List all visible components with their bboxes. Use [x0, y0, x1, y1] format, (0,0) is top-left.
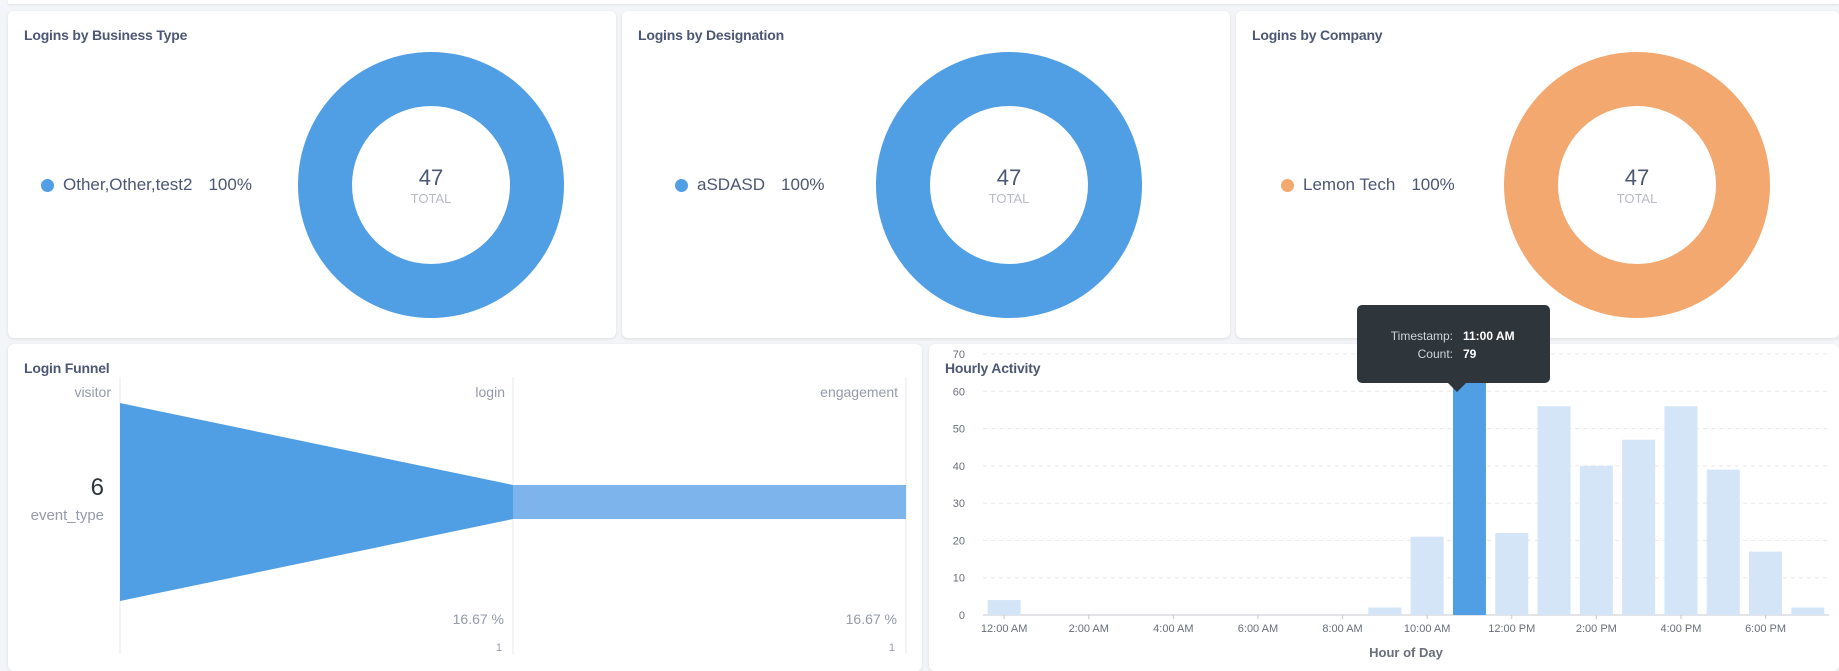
- card-company: Logins by Company Lemon Tech 100% 47 TOT…: [1236, 11, 1839, 338]
- funnel-row-value: 6: [91, 474, 104, 501]
- legend-dot: [1281, 178, 1294, 192]
- y-tick-label: 60: [953, 386, 965, 398]
- card-title[interactable]: Logins by Designation: [638, 27, 784, 43]
- legend-percent: 100%: [1411, 175, 1455, 194]
- top-strip: [8, 0, 1839, 4]
- donut-chart[interactable]: 47 TOTAL: [875, 51, 1143, 319]
- funnel-row-label: event_type: [31, 507, 104, 524]
- tooltip-value: 11:00 AM: [1463, 329, 1515, 343]
- legend-dot: [41, 178, 54, 192]
- x-tick-label: 8:00 AM: [1322, 623, 1362, 635]
- y-tick-label: 0: [959, 610, 965, 622]
- funnel-percent: 16.67 %: [846, 611, 897, 627]
- x-axis-label: Hour of Day: [1369, 645, 1443, 660]
- donut-total-label: TOTAL: [1617, 191, 1658, 206]
- funnel-step-label: engagement: [820, 384, 898, 400]
- x-tick-label: 10:00 AM: [1404, 623, 1450, 635]
- donut-total: 47: [419, 165, 443, 190]
- x-tick-label: 4:00 AM: [1153, 623, 1193, 635]
- legend-label: aSDASD: [697, 175, 766, 194]
- funnel-segment[interactable]: [120, 403, 513, 601]
- legend-item[interactable]: Other,Other,test2 100%: [41, 175, 252, 195]
- chart-tooltip: Timestamp: 11:00 AM Count: 79: [1357, 305, 1550, 392]
- legend-item[interactable]: Lemon Tech 100%: [1281, 175, 1455, 195]
- y-tick-label: 30: [953, 498, 965, 510]
- hourly-bar[interactable]: [1664, 406, 1698, 615]
- legend-item[interactable]: aSDASD 100%: [675, 175, 825, 195]
- hourly-bar[interactable]: [1622, 439, 1656, 615]
- y-tick-label: 40: [953, 461, 965, 473]
- x-tick-label: 12:00 PM: [1488, 623, 1535, 635]
- card-hourly-activity: Hourly Activity 0 10 20 30 40 50 60 70 12:00 AM 2…: [929, 344, 1839, 671]
- legend-label: Other,Other,test2: [63, 175, 193, 194]
- y-tick-label: 20: [953, 535, 965, 547]
- x-tick-label: 6:00 AM: [1238, 623, 1278, 635]
- y-tick-label: 50: [953, 424, 965, 436]
- funnel-percent: 16.67 %: [453, 611, 504, 627]
- hourly-bar[interactable]: [1410, 536, 1444, 615]
- x-tick-label: 12:00 AM: [981, 623, 1027, 635]
- x-tick-label: 4:00 PM: [1660, 623, 1701, 635]
- hourly-bar[interactable]: [1706, 469, 1740, 615]
- y-tick-label: 70: [953, 349, 965, 361]
- donut-total: 47: [1625, 165, 1649, 190]
- funnel-step-label: visitor: [74, 384, 111, 400]
- tooltip-row: Timestamp: 11:00 AM: [1357, 329, 1550, 343]
- hourly-bar[interactable]: [1791, 607, 1825, 615]
- tooltip-row: Count: 79: [1357, 347, 1550, 361]
- tooltip-key: Timestamp:: [1390, 329, 1453, 343]
- hourly-bar[interactable]: [987, 600, 1021, 615]
- funnel-count: 1: [496, 642, 502, 654]
- x-tick-label: 2:00 AM: [1069, 623, 1109, 635]
- hourly-bar[interactable]: [1368, 607, 1402, 615]
- donut-chart[interactable]: 47 TOTAL: [1503, 51, 1771, 319]
- funnel-step-label: login: [475, 384, 505, 400]
- card-title[interactable]: Logins by Company: [1252, 27, 1383, 43]
- hourly-bar[interactable]: [1579, 465, 1613, 615]
- card-business-type: Logins by Business Type Other,Other,test…: [8, 11, 616, 338]
- tooltip-key: Count:: [1417, 347, 1453, 361]
- donut-chart[interactable]: 47 TOTAL: [297, 51, 565, 319]
- card-designation: Logins by Designation aSDASD 100% 47 TOT…: [622, 11, 1230, 338]
- hourly-bar-chart: 0 10 20 30 40 50 60 70 12:00 AM 2:00 AM 4:00 AM 6:0…: [953, 344, 1829, 660]
- x-tick-label: 2:00 PM: [1576, 623, 1617, 635]
- donut-total: 47: [997, 165, 1021, 190]
- hourly-bar[interactable]: [1749, 551, 1783, 615]
- funnel-chart: visitor login engagement 6 event_type 16…: [31, 377, 907, 654]
- card-title[interactable]: Logins by Business Type: [24, 27, 187, 43]
- tooltip-value: 79: [1463, 347, 1477, 361]
- legend-label: Lemon Tech: [1303, 175, 1396, 194]
- card-login-funnel: Login Funnel visitor login engagement 6 …: [8, 344, 922, 671]
- donut-total-label: TOTAL: [411, 191, 452, 206]
- hourly-bar[interactable]: [1537, 406, 1571, 615]
- legend-percent: 100%: [208, 175, 252, 194]
- legend-percent: 100%: [781, 175, 825, 194]
- y-tick-label: 10: [953, 573, 965, 585]
- funnel-count: 1: [889, 642, 895, 654]
- donut-total-label: TOTAL: [989, 191, 1030, 206]
- hourly-bar[interactable]: [1495, 532, 1529, 615]
- x-tick-label: 6:00 PM: [1745, 623, 1786, 635]
- funnel-segment[interactable]: [513, 485, 906, 519]
- legend-dot: [675, 178, 688, 192]
